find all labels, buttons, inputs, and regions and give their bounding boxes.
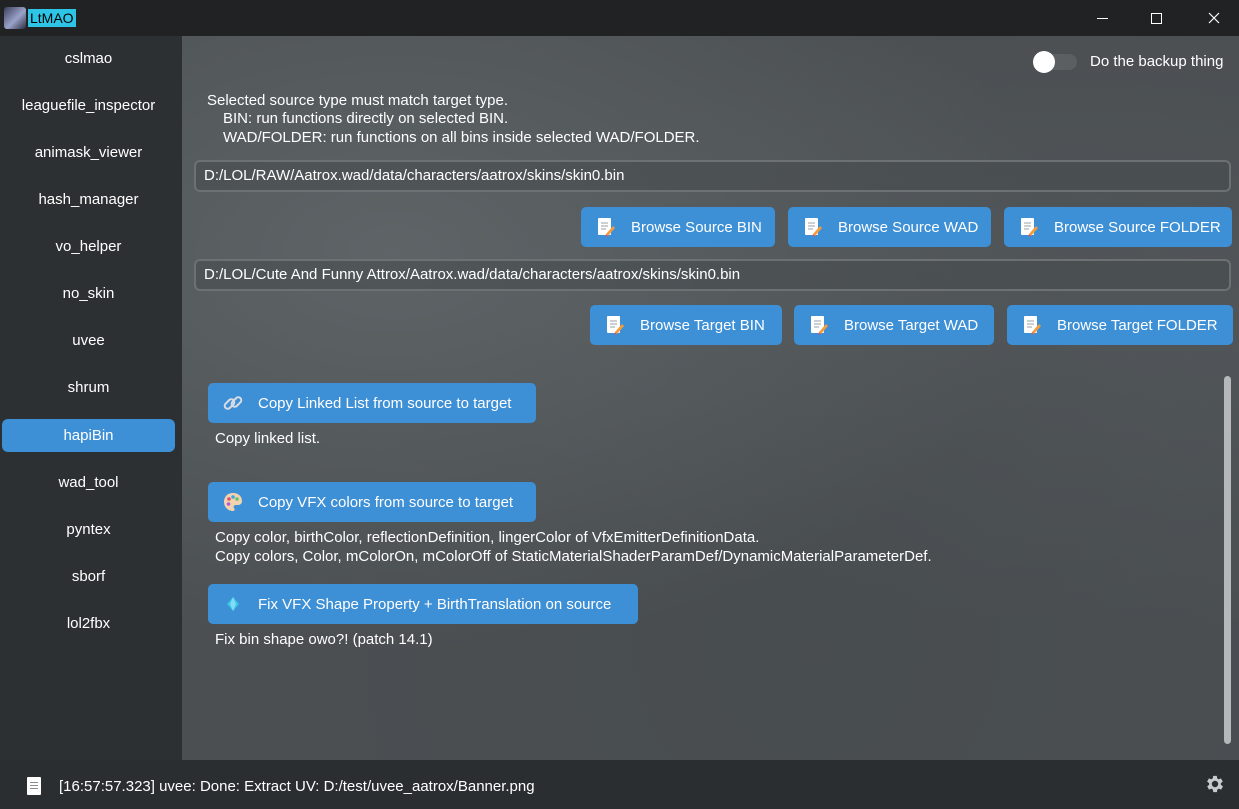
- edit-file-icon: [593, 216, 619, 238]
- edit-file-icon: [1019, 314, 1045, 336]
- browse-source-bin-label: Browse Source BIN: [631, 218, 762, 236]
- browse-source-wad-label: Browse Source WAD: [838, 218, 979, 236]
- sidebar-item-no-skin[interactable]: no_skin: [2, 277, 175, 310]
- sidebar-item-cslmao[interactable]: cslmao: [2, 42, 175, 75]
- sidebar-item-vo-helper[interactable]: vo_helper: [2, 230, 175, 263]
- browse-target-wad-button[interactable]: Browse Target WAD: [794, 305, 994, 345]
- status-bar: [16:57:57.323] uvee: Done: Extract UV: D…: [0, 760, 1239, 809]
- info-line-1: Selected source type must match target t…: [207, 92, 508, 109]
- backup-toggle[interactable]: [1033, 51, 1077, 73]
- close-button[interactable]: [1185, 0, 1239, 36]
- edit-file-icon: [602, 314, 628, 336]
- edit-file-icon: [800, 216, 826, 238]
- sidebar-item-uvee[interactable]: uvee: [2, 324, 175, 357]
- maximize-icon: [1150, 12, 1162, 24]
- link-icon: [220, 392, 246, 414]
- edit-file-icon: [806, 314, 832, 336]
- diamond-icon: [220, 593, 246, 615]
- sidebar-item-sborf[interactable]: sborf: [2, 560, 175, 593]
- copy-linked-list-button[interactable]: Copy Linked List from source to target: [208, 383, 536, 423]
- scrollbar[interactable]: [1224, 376, 1231, 744]
- source-path-input[interactable]: D:/LOL/RAW/Aatrox.wad/data/characters/aa…: [194, 160, 1231, 192]
- sidebar-item-wad-tool[interactable]: wad_tool: [2, 466, 175, 499]
- copy-vfx-colors-button[interactable]: Copy VFX colors from source to target: [208, 482, 536, 522]
- browse-target-folder-label: Browse Target FOLDER: [1057, 316, 1218, 334]
- sidebar-item-lol2fbx[interactable]: lol2fbx: [2, 607, 175, 640]
- copy-linked-list-description: Copy linked list.: [215, 430, 321, 447]
- fix-vfx-shape-button[interactable]: Fix VFX Shape Property + BirthTranslatio…: [208, 584, 638, 624]
- sidebar-item-shrum[interactable]: shrum: [2, 371, 175, 404]
- palette-icon: [220, 491, 246, 513]
- copy-vfx-colors-description-1: Copy color, birthColor, reflectionDefini…: [215, 529, 760, 546]
- sidebar-item-hapibin[interactable]: hapiBin: [2, 419, 175, 452]
- sidebar: cslmao leaguefile_inspector animask_view…: [0, 36, 182, 760]
- sidebar-item-pyntex[interactable]: pyntex: [2, 513, 175, 546]
- fix-vfx-shape-description: Fix bin shape owo?! (patch 14.1): [215, 631, 433, 648]
- target-path-input[interactable]: D:/LOL/Cute And Funny Attrox/Aatrox.wad/…: [194, 259, 1231, 291]
- browse-source-wad-button[interactable]: Browse Source WAD: [788, 207, 991, 247]
- copy-linked-list-label: Copy Linked List from source to target: [258, 394, 512, 412]
- browse-source-folder-button[interactable]: Browse Source FOLDER: [1004, 207, 1232, 247]
- close-icon: [1208, 12, 1220, 24]
- copy-vfx-colors-label: Copy VFX colors from source to target: [258, 493, 514, 511]
- sidebar-item-animask-viewer[interactable]: animask_viewer: [2, 136, 175, 169]
- sidebar-item-leaguefile-inspector[interactable]: leaguefile_inspector: [2, 89, 175, 122]
- browse-target-folder-button[interactable]: Browse Target FOLDER: [1007, 305, 1233, 345]
- sidebar-item-hash-manager[interactable]: hash_manager: [2, 183, 175, 216]
- browse-target-bin-button[interactable]: Browse Target BIN: [590, 305, 782, 345]
- gear-icon[interactable]: [1204, 773, 1226, 795]
- browse-target-bin-label: Browse Target BIN: [640, 316, 765, 334]
- window-title: LtMAO: [28, 9, 76, 27]
- info-line-3: WAD/FOLDER: run functions on all bins in…: [223, 129, 700, 146]
- app-logo-icon: [4, 7, 26, 29]
- browse-source-bin-button[interactable]: Browse Source BIN: [581, 207, 775, 247]
- edit-file-icon: [1016, 216, 1042, 238]
- toggle-knob: [1033, 51, 1055, 73]
- browse-source-folder-label: Browse Source FOLDER: [1054, 218, 1221, 236]
- title-bar: LtMAO: [0, 0, 1239, 36]
- document-icon[interactable]: [27, 777, 41, 795]
- status-message: [16:57:57.323] uvee: Done: Extract UV: D…: [59, 778, 535, 795]
- minimize-button[interactable]: [1073, 0, 1131, 36]
- browse-target-wad-label: Browse Target WAD: [844, 316, 979, 334]
- info-line-2: BIN: run functions directly on selected …: [223, 110, 509, 127]
- backup-toggle-label: Do the backup thing: [1090, 53, 1224, 70]
- main-panel: Do the backup thing Selected source type…: [182, 36, 1239, 760]
- fix-vfx-shape-label: Fix VFX Shape Property + BirthTranslatio…: [258, 595, 612, 613]
- copy-vfx-colors-description-2: Copy colors, Color, mColorOn, mColorOff …: [215, 548, 932, 565]
- minimize-icon: [1096, 17, 1108, 19]
- maximize-button[interactable]: [1127, 0, 1185, 36]
